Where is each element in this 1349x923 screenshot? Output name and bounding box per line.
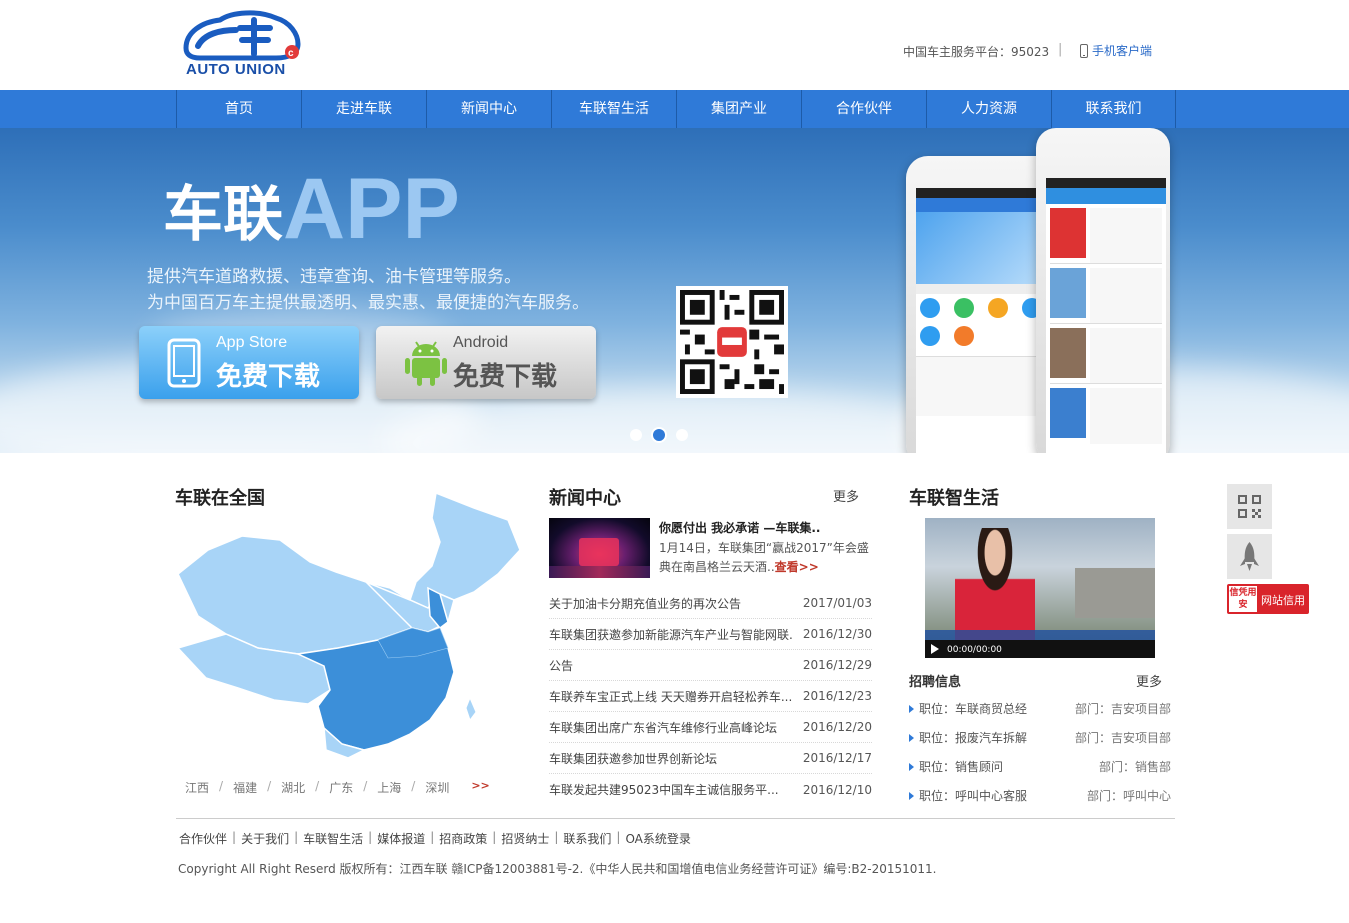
news-list: 关于加油卡分期充值业务的再次公告 2017/01/03 车联集团获邀参加新能源汽车… [549, 588, 872, 805]
credit-seal: 信凭用安 [1229, 586, 1257, 612]
slider-dot-2[interactable] [653, 429, 665, 441]
phone-mockup-back [1036, 128, 1170, 453]
footer-link-media[interactable]: 媒体报道 [377, 830, 425, 847]
android-download-button[interactable]: Android 免费下载 [376, 326, 596, 399]
arrow-right-icon [909, 704, 914, 713]
news-featured-image[interactable] [549, 518, 650, 578]
banner-title: 车联APP [163, 160, 460, 259]
city-jiangxi[interactable]: 江西 [185, 779, 209, 796]
mobile-client-label: 手机客户端 [1092, 44, 1153, 58]
news-title: 新闻中心 [549, 488, 621, 509]
hotline-text: 中国车主服务平台：95023 [903, 45, 1050, 59]
news-item[interactable]: 车联集团获邀参加世界创新论坛 2016/12/17 [549, 743, 872, 774]
logo-wordmark: AUTO UNION [186, 61, 286, 78]
android-free-download: 免费下载 [453, 362, 558, 392]
city-fujian[interactable]: 福建 [233, 779, 257, 796]
footer-link-careers[interactable]: 招贤纳士 [501, 830, 549, 847]
city-hubei[interactable]: 湖北 [281, 779, 305, 796]
news-item[interactable]: 车联发起共建95023中国车主诚信服务平... 2016/12/10 [549, 774, 872, 805]
svg-text:c: c [288, 48, 294, 59]
slider-dots [630, 429, 688, 441]
credit-label: 网站信用 [1261, 594, 1305, 607]
banner-title-en: APP [283, 161, 460, 257]
header-separator: | [1058, 42, 1063, 57]
arrow-right-icon [909, 791, 914, 800]
footer-link-oa-login[interactable]: OA系统登录 [625, 830, 690, 847]
jobs-more-link[interactable]: 更多 [1136, 671, 1162, 690]
news-featured-desc: 1月14日，车联集团“赢战2017”年会盛典在南昌格兰云天酒..查看>> [659, 541, 869, 574]
site-header: c AUTO UNION 中国车主服务平台：95023 | 手机客户端 [0, 0, 1349, 90]
slider-dot-1[interactable] [630, 429, 642, 441]
nav-item-about[interactable]: 走进车联 [301, 90, 426, 128]
hero-banner: 车联APP 提供汽车道路救援、违章查询、油卡管理等服务。 为中国百万车主提供最透… [0, 128, 1349, 453]
jobs-list: 职位：车联商贸总经 部门：吉安项目部 职位：报废汽车拆解 部门：吉安项目部 职位：销… [909, 694, 1171, 810]
android-icon [405, 341, 447, 386]
job-item[interactable]: 职位：呼叫中心客服 部门：呼叫中心 [909, 781, 1171, 810]
news-item[interactable]: 车联养车宝正式上线 天天赠券开启轻松养车... 2016/12/23 [549, 681, 872, 712]
mobile-phone-icon [1080, 43, 1088, 58]
banner-tagline-1: 提供汽车道路救援、违章查询、油卡管理等服务。 [147, 267, 521, 287]
nav-item-industry[interactable]: 集团产业 [676, 90, 801, 128]
smart-life-title: 车联智生活 [909, 488, 999, 509]
footer-link-about[interactable]: 关于我们 [241, 830, 289, 847]
arrow-right-icon [909, 762, 914, 771]
footer-link-investment[interactable]: 招商政策 [439, 830, 487, 847]
footer-divider [176, 818, 1175, 819]
rocket-icon [1240, 542, 1259, 571]
banner-tagline-2: 为中国百万车主提供最透明、最实惠、最便捷的汽车服务。 [147, 293, 589, 313]
nav-item-contact[interactable]: 联系我们 [1051, 90, 1176, 128]
slider-dot-3[interactable] [676, 429, 688, 441]
qr-code-icon [680, 290, 784, 394]
news-item[interactable]: 车联集团获邀参加新能源汽车产业与智能网联... 2016/12/30 [549, 619, 872, 650]
site-credit-badge[interactable]: 信凭用安 网站信用 [1227, 584, 1309, 614]
city-guangdong[interactable]: 广东 [329, 779, 353, 796]
video-player[interactable]: 00:00/00:00 [925, 518, 1155, 658]
city-shenzhen[interactable]: 深圳 [425, 779, 449, 796]
nav-item-partners[interactable]: 合作伙伴 [801, 90, 926, 128]
news-featured-view-link[interactable]: 查看>> [775, 560, 819, 574]
nav-item-smart-life[interactable]: 车联智生活 [551, 90, 676, 128]
footer-link-partners[interactable]: 合作伙伴 [179, 830, 227, 847]
appstore-label: App Store [216, 334, 288, 351]
video-time: 00:00/00:00 [947, 645, 1002, 655]
news-item[interactable]: 关于加油卡分期充值业务的再次公告 2017/01/03 [549, 588, 872, 619]
side-qr-button[interactable] [1227, 484, 1272, 529]
back-to-top-button[interactable] [1227, 534, 1272, 579]
news-featured-title[interactable]: 你愿付出 我必承诺 —车联集.. [659, 519, 820, 536]
mobile-client-link[interactable]: 手机客户端 [1080, 42, 1152, 59]
nav-item-home[interactable]: 首页 [176, 90, 301, 128]
news-item[interactable]: 车联集团出席广东省汽车维修行业高峰论坛 2016/12/20 [549, 712, 872, 743]
qr-code-icon [1238, 495, 1261, 518]
city-shanghai[interactable]: 上海 [377, 779, 401, 796]
job-item[interactable]: 职位：车联商贸总经 部门：吉安项目部 [909, 694, 1171, 723]
footer-link-smart-life[interactable]: 车联智生活 [303, 830, 363, 847]
job-item[interactable]: 职位：销售顾问 部门：销售部 [909, 752, 1171, 781]
news-more-link[interactable]: 更多 [833, 486, 859, 505]
news-item[interactable]: 公告 2016/12/29 [549, 650, 872, 681]
app-qr-code [676, 286, 788, 398]
main-nav: 首页 走进车联 新闻中心 车联智生活 集团产业 合作伙伴 人力资源 联系我们 [0, 90, 1349, 128]
smartphone-icon [167, 338, 201, 388]
banner-title-cn: 车联 [163, 180, 283, 250]
play-icon[interactable] [931, 644, 939, 654]
footer-link-contact[interactable]: 联系我们 [563, 830, 611, 847]
city-list: 江西 / 福建 / 湖北 / 广东 / 上海 / 深圳 >> [185, 779, 490, 796]
footer-links: 合作伙伴 | 关于我们 | 车联智生活 | 媒体报道 | 招商政策 | 招贤纳士 | 联系我… [179, 830, 691, 847]
android-label: Android [453, 334, 509, 351]
cities-more-arrow[interactable]: >> [471, 779, 489, 796]
job-item[interactable]: 职位：报废汽车拆解 部门：吉安项目部 [909, 723, 1171, 752]
china-map-icon[interactable] [178, 488, 524, 760]
nav-item-news[interactable]: 新闻中心 [426, 90, 551, 128]
nav-item-hr[interactable]: 人力资源 [926, 90, 1051, 128]
appstore-download-button[interactable]: App Store 免费下载 [139, 326, 359, 399]
jobs-title: 招聘信息 [909, 675, 962, 690]
copyright-text: Copyright All Right Reserd 版权所有：江西车联 赣IC… [178, 862, 937, 876]
arrow-right-icon [909, 733, 914, 742]
appstore-free-download: 免费下载 [216, 362, 321, 392]
